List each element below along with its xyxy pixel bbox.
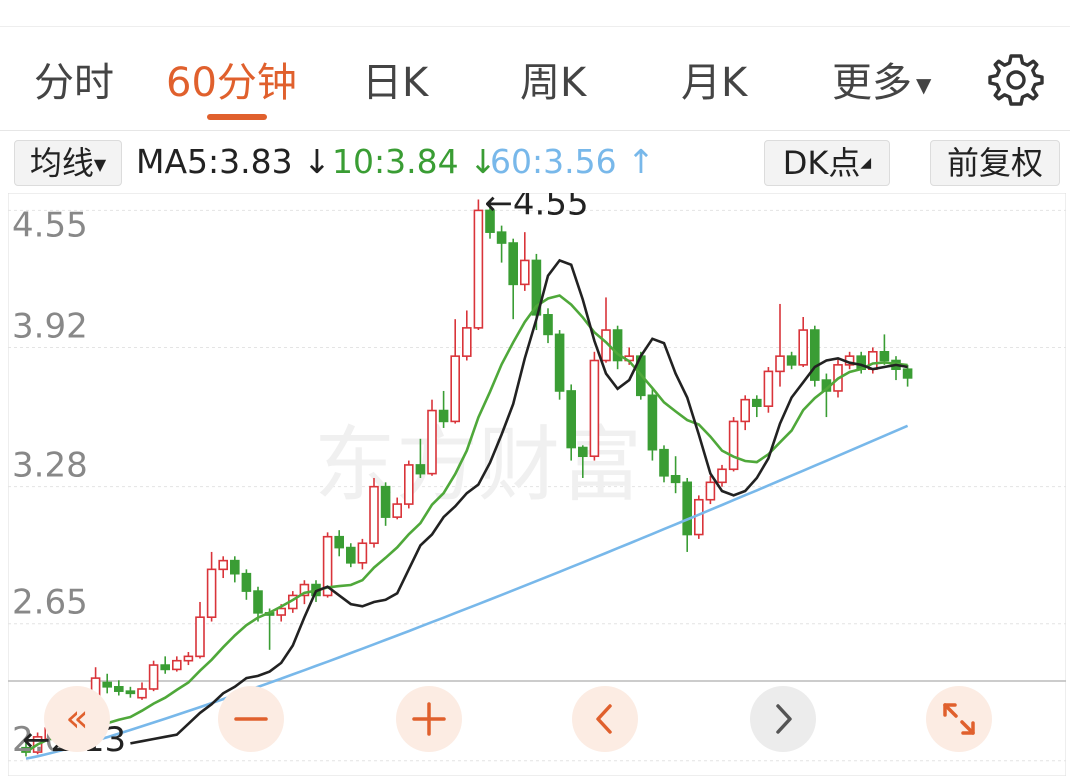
indicator-toolbar: 均线▼ MA5:3.83 ↓ 10:3.84 ↓ 60:3.56 ↑ DK点◢ …: [0, 136, 1070, 188]
candle-body: [206, 568, 217, 618]
dropdown-arrow-icon: ▼: [916, 73, 932, 97]
candle-body: [682, 481, 693, 536]
dropdown-arrow-icon: ▼: [93, 155, 107, 174]
candle-body: [508, 242, 519, 286]
candle-body: [519, 259, 530, 286]
candle-body: [334, 535, 345, 549]
tab-intraday[interactable]: 分时: [34, 58, 114, 108]
candle-body: [253, 590, 263, 614]
minus-icon: [234, 717, 268, 721]
candle-body: [357, 542, 368, 564]
candle-body: [369, 485, 379, 545]
candle-body: [705, 481, 716, 501]
candle-body: [137, 688, 147, 699]
candle-body: [172, 659, 182, 671]
expand-icon: [943, 703, 975, 735]
candle-body: [902, 368, 913, 379]
candle-body: [392, 503, 403, 518]
tabs-divider: [0, 130, 1070, 131]
ma10-value: 10:3.84: [332, 142, 459, 181]
dk-point-button[interactable]: DK点◢: [764, 140, 890, 186]
candle-body: [114, 686, 124, 692]
candle-body: [496, 231, 507, 244]
candle-body: [798, 329, 809, 366]
candle-body: [380, 485, 391, 518]
candle-body: [543, 314, 553, 336]
candle-body: [647, 394, 658, 451]
dk-point-label: DK点: [782, 144, 861, 182]
candle-body: [867, 351, 878, 371]
candle-body: [728, 420, 739, 471]
candle-body: [577, 446, 588, 458]
ma10-readout: 10:3.84 ↓: [332, 140, 497, 184]
candle-body: [438, 409, 449, 423]
adjust-price-button[interactable]: 前复权: [930, 140, 1060, 186]
tab-monthly-k[interactable]: 月K: [681, 58, 747, 108]
zoom-out-button[interactable]: [218, 686, 284, 752]
candle-body: [148, 664, 159, 690]
candle-body: [125, 690, 136, 695]
corner-triangle-icon: ◢: [860, 155, 872, 171]
candle-body: [763, 370, 774, 407]
top-divider: [0, 26, 1070, 27]
candle-body: [276, 607, 287, 616]
y-tick-label: 3.28: [12, 446, 88, 486]
active-tab-indicator: [207, 114, 267, 120]
collapse-glyph: «: [65, 696, 88, 740]
ma-selector-label: 均线: [29, 144, 94, 182]
prev-button[interactable]: [572, 686, 638, 752]
candle-body: [775, 355, 785, 373]
candle-body: [473, 209, 484, 329]
ma5-arrow: ↓: [303, 142, 331, 181]
ma-selector-button[interactable]: 均线▼: [14, 140, 122, 186]
candle-body: [160, 664, 170, 671]
y-tick-label: 2.65: [12, 583, 88, 623]
tab-more-label: 更多: [832, 60, 912, 106]
collapse-button[interactable]: «: [44, 686, 110, 752]
y-tick-label: 4.55: [12, 205, 88, 245]
fullscreen-button[interactable]: [926, 686, 992, 752]
candle-body: [403, 464, 414, 505]
candle-body: [230, 559, 240, 575]
chevron-left-icon: [596, 704, 612, 734]
kline-chart[interactable]: 东方财富 4.553.923.282.652.02 ←4.55←2.13: [8, 193, 1066, 776]
high-marker: ←4.55: [484, 193, 588, 223]
gear-icon[interactable]: [988, 52, 1044, 108]
candle-body: [566, 390, 577, 449]
period-tabs: 分时 60分钟 日K 周K 月K 更多 ▼: [0, 52, 1070, 122]
ma60-value: 60:3.56: [490, 142, 617, 181]
candle-body: [183, 655, 194, 662]
ma5-value: MA5:3.83: [136, 142, 293, 181]
zoom-in-button[interactable]: [396, 686, 462, 752]
next-button[interactable]: [750, 686, 816, 752]
candle-body: [427, 409, 437, 475]
tab-60min[interactable]: 60分钟: [166, 58, 297, 108]
candle-body: [461, 327, 472, 357]
candle-body: [740, 398, 751, 423]
candle-body: [241, 572, 252, 592]
candle-body: [450, 355, 461, 423]
tab-daily-k[interactable]: 日K: [362, 58, 428, 108]
ma60-arrow: ↑: [627, 142, 655, 181]
tab-weekly-k[interactable]: 周K: [520, 58, 586, 108]
candle-body: [415, 464, 426, 475]
candle-body: [879, 351, 890, 362]
candle-body: [786, 355, 797, 366]
candle-body: [751, 398, 762, 407]
candle-body: [717, 468, 727, 484]
candle-body: [659, 448, 669, 477]
candle-body: [589, 359, 600, 458]
tab-more[interactable]: 更多 ▼: [832, 58, 931, 110]
candle-body: [218, 559, 228, 571]
candle-body: [195, 616, 205, 658]
y-tick-label: 3.92: [12, 306, 88, 346]
chevron-right-icon: [776, 704, 792, 734]
plus-icon: [412, 702, 446, 736]
candle-body: [670, 474, 681, 484]
double-chevron-left-icon: «: [65, 696, 88, 740]
ma5-readout: MA5:3.83 ↓: [136, 140, 331, 184]
candle-body: [554, 333, 565, 392]
ma60-readout: 60:3.56 ↑: [490, 140, 655, 184]
candle-body: [345, 546, 356, 564]
